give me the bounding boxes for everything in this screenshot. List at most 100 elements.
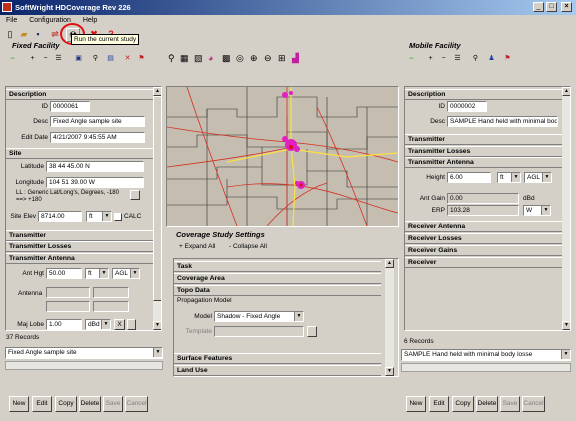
close-button[interactable]: × xyxy=(561,2,572,12)
maj-lobe-unit-select[interactable]: dBd xyxy=(85,319,111,330)
ll-button[interactable] xyxy=(130,190,140,200)
fixed-record-select[interactable]: Fixed Angle sample site xyxy=(5,347,163,359)
study-panel-scrollbar[interactable]: ▲ ▼ xyxy=(385,259,394,376)
mobile-list-icon[interactable]: ☰ xyxy=(451,53,464,66)
menu-file[interactable]: File xyxy=(6,17,17,24)
ant-hgt-ref-select[interactable]: AGL xyxy=(112,268,140,279)
mobile-desc-field[interactable]: SAMPLE Hand held with minimal bod xyxy=(447,116,558,127)
tools-icon[interactable]: ▤ xyxy=(104,53,117,66)
maj-lobe-extra-button[interactable] xyxy=(127,319,136,330)
site-elev-field[interactable]: 8714.00 xyxy=(38,211,82,222)
template-browse-button[interactable] xyxy=(307,326,317,337)
maximize-button[interactable]: □ xyxy=(546,2,557,12)
mobile-panel-scrollbar[interactable]: ▲ ▼ xyxy=(562,87,570,330)
transmitter-heading[interactable]: Transmitter xyxy=(6,230,154,241)
add-icon[interactable]: + xyxy=(26,53,39,66)
menu-help[interactable]: Help xyxy=(83,17,97,24)
fixed-new-button[interactable]: New xyxy=(9,396,29,412)
collapse-all-link[interactable]: - Collapse All xyxy=(229,243,267,250)
latitude-field[interactable]: 38 44 45.00 N xyxy=(46,161,144,172)
fixed-cancel-button[interactable]: Cancel xyxy=(125,396,148,412)
grid-icon[interactable]: ▩ xyxy=(222,53,231,64)
target-icon[interactable]: ◎ xyxy=(236,53,244,64)
layers-icon[interactable]: ▧ xyxy=(194,53,203,64)
mobile-cancel-button[interactable]: Cancel xyxy=(522,396,545,412)
model-select[interactable]: Shadow - Fixed Angle xyxy=(214,311,304,322)
fixed-hscroll[interactable] xyxy=(5,361,163,370)
export-icon[interactable]: ▣ xyxy=(72,53,85,66)
fixed-delete-button[interactable]: Delete xyxy=(79,396,101,412)
mobile-remove-icon[interactable]: − xyxy=(437,53,450,66)
pan-icon[interactable]: ▦ xyxy=(180,53,189,64)
transmitter-losses-heading[interactable]: Transmitter Losses xyxy=(6,241,154,252)
mobile-transmitter-losses-heading[interactable]: Transmitter Losses xyxy=(405,146,562,157)
list-icon[interactable]: ☰ xyxy=(52,53,65,66)
zoom-out-icon[interactable]: ⊖ xyxy=(264,53,272,64)
receiver-gains-heading[interactable]: Receiver Gains xyxy=(405,245,562,256)
menu-configuration[interactable]: Configuration xyxy=(29,17,71,24)
ant-hgt-unit-select[interactable]: ft xyxy=(85,268,109,279)
mobile-delete-button[interactable]: Delete xyxy=(476,396,498,412)
color-wheel-icon[interactable]: ◕ xyxy=(208,53,213,63)
mobile-scroll-up[interactable]: ▲ xyxy=(562,87,570,96)
study-scroll-up[interactable]: ▲ xyxy=(385,259,394,268)
height-field[interactable]: 6.00 xyxy=(447,172,491,183)
zoom-extent-icon[interactable]: ⊞ xyxy=(278,53,286,64)
mobile-add-icon[interactable]: + xyxy=(424,53,437,66)
id-field[interactable]: 0000061 xyxy=(50,101,90,112)
maj-lobe-clear-button[interactable]: X xyxy=(114,319,125,330)
zoom-icon[interactable]: ⚲ xyxy=(168,53,175,64)
scroll-down-arrow[interactable]: ▼ xyxy=(153,321,161,330)
fixed-save-button[interactable]: Save xyxy=(103,396,123,412)
mobile-save-button[interactable]: Save xyxy=(500,396,520,412)
mobile-new-button[interactable]: New xyxy=(406,396,426,412)
topo-data-heading[interactable]: Topo Data xyxy=(174,285,381,296)
open-folder-icon[interactable]: ▰ xyxy=(17,27,31,41)
fixed-panel-scrollbar[interactable]: ▲ ▼ xyxy=(153,87,161,330)
erp-unit-select[interactable]: W xyxy=(523,205,551,216)
mobile-record-select[interactable]: SAMPLE Hand held with minimal body losse xyxy=(401,349,571,361)
delete-record-icon[interactable]: ✕ xyxy=(121,53,134,66)
task-heading[interactable]: Task xyxy=(174,261,381,272)
coverage-area-heading[interactable]: Coverage Area xyxy=(174,273,381,284)
mobile-copy-button[interactable]: Copy xyxy=(452,396,474,412)
minimize-button[interactable]: _ xyxy=(533,2,544,12)
calc-checkbox[interactable] xyxy=(114,213,122,221)
mobile-scroll-down[interactable]: ▼ xyxy=(562,321,570,330)
mobile-flag-icon[interactable]: ⚑ xyxy=(501,53,514,66)
expand-all-link[interactable]: + Expand All xyxy=(179,243,215,250)
zoom-in-icon[interactable]: ⊕ xyxy=(250,53,258,64)
height-unit-select[interactable]: ft xyxy=(497,172,521,183)
longitude-field[interactable]: 104 51 39.00 W xyxy=(46,177,144,188)
height-ref-select[interactable]: AGL xyxy=(524,172,552,183)
select-icon[interactable]: ⇔ xyxy=(6,53,19,66)
scroll-up-arrow[interactable]: ▲ xyxy=(153,87,161,96)
flag-icon[interactable]: ⚑ xyxy=(135,53,148,66)
fixed-copy-button[interactable]: Copy xyxy=(55,396,77,412)
mobile-edit-button[interactable]: Edit xyxy=(429,396,449,412)
study-scroll-down[interactable]: ▼ xyxy=(385,367,394,376)
coverage-map[interactable] xyxy=(166,86,399,227)
ant-hgt-field[interactable]: 50.00 xyxy=(46,268,82,279)
mobile-transmitter-antenna-heading[interactable]: Transmitter Antenna xyxy=(405,157,562,168)
mobile-select-icon[interactable]: ⇔ xyxy=(405,53,418,66)
maj-lobe-field[interactable]: 1.00 xyxy=(46,319,82,330)
mobile-hscroll[interactable] xyxy=(401,363,571,372)
scroll-thumb[interactable] xyxy=(153,96,161,301)
chart-icon[interactable]: ▟ xyxy=(292,53,299,64)
receiver-antenna-heading[interactable]: Receiver Antenna xyxy=(405,221,562,232)
transmitter-antenna-heading[interactable]: Transmitter Antenna xyxy=(6,253,154,264)
receiver-heading[interactable]: Receiver xyxy=(405,257,562,268)
desc-field[interactable]: Fixed Angle sample site xyxy=(50,116,145,127)
surface-features-heading[interactable]: Surface Features xyxy=(174,353,381,364)
search-icon[interactable]: ⚲ xyxy=(89,53,102,66)
new-file-icon[interactable]: ▯ xyxy=(3,27,17,41)
site-elev-unit-select[interactable]: ft xyxy=(86,211,112,222)
remove-icon[interactable]: − xyxy=(39,53,52,66)
mobile-id-field[interactable]: 0000002 xyxy=(447,101,487,112)
save-icon[interactable]: ▪ xyxy=(31,27,45,41)
mobile-binoculars-icon[interactable]: ⚲ xyxy=(469,53,482,66)
receiver-losses-heading[interactable]: Receiver Losses xyxy=(405,233,562,244)
fixed-edit-button[interactable]: Edit xyxy=(32,396,52,412)
mobile-transmitter-heading[interactable]: Transmitter xyxy=(405,134,562,145)
